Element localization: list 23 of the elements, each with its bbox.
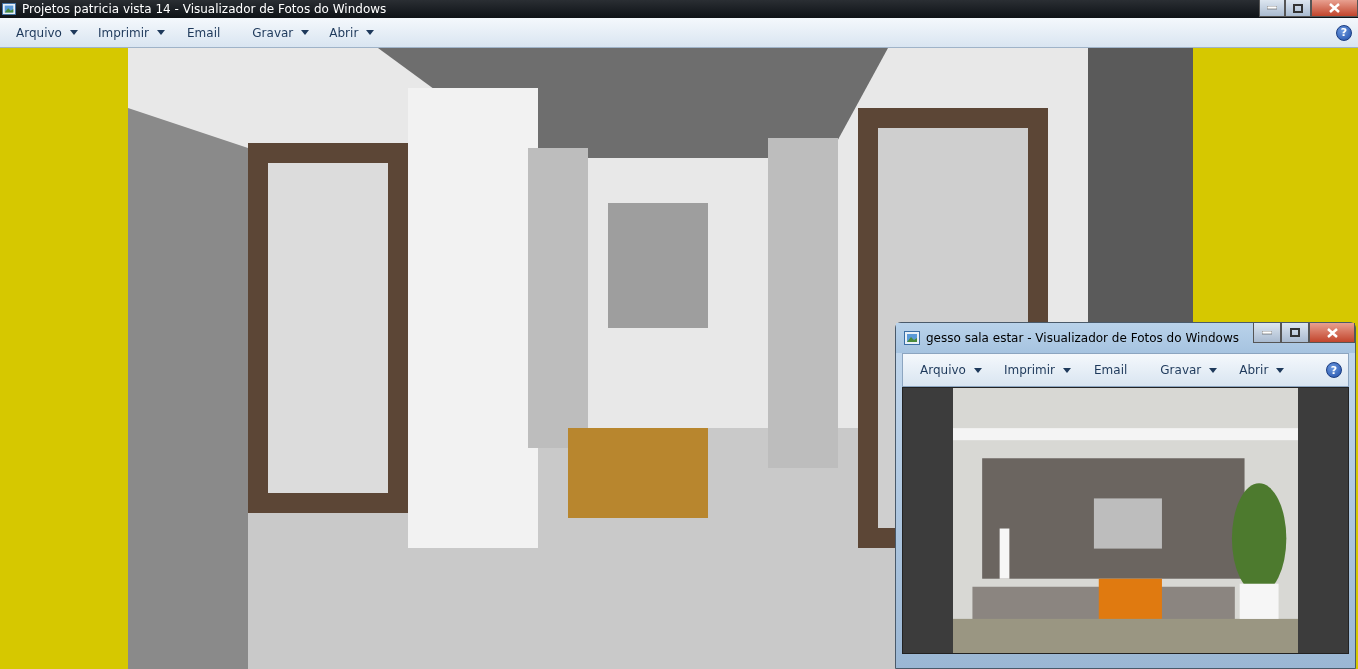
caret-icon [157,30,165,35]
close-button[interactable] [1311,0,1358,17]
app-icon [2,3,16,15]
maximize-icon [1293,3,1303,13]
menu-button[interactable]: Email [175,20,243,45]
menu-button[interactable]: Arquivo [6,20,88,45]
maximize-icon [1290,328,1300,337]
caret-icon [69,30,78,35]
minimize-icon [1267,6,1277,10]
caret-icon [1276,367,1285,373]
menu-button[interactable]: Imprimir [87,20,175,45]
caret-icon [1209,367,1218,373]
menu-button[interactable]: Abrir [1228,358,1296,382]
menu-button[interactable]: Gravar [242,20,320,45]
close-icon [1326,327,1338,338]
caret-icon [301,30,310,35]
menu-button[interactable]: Abrir [319,20,385,45]
caret-icon [366,30,375,35]
minimize-button[interactable] [1259,0,1285,17]
minimize-icon [1262,330,1272,335]
maximize-button[interactable] [1285,0,1311,17]
close-icon [1329,3,1340,13]
window-title: Projetos patricia vista 14 - Visualizador de Fotos do Windows [22,2,388,16]
